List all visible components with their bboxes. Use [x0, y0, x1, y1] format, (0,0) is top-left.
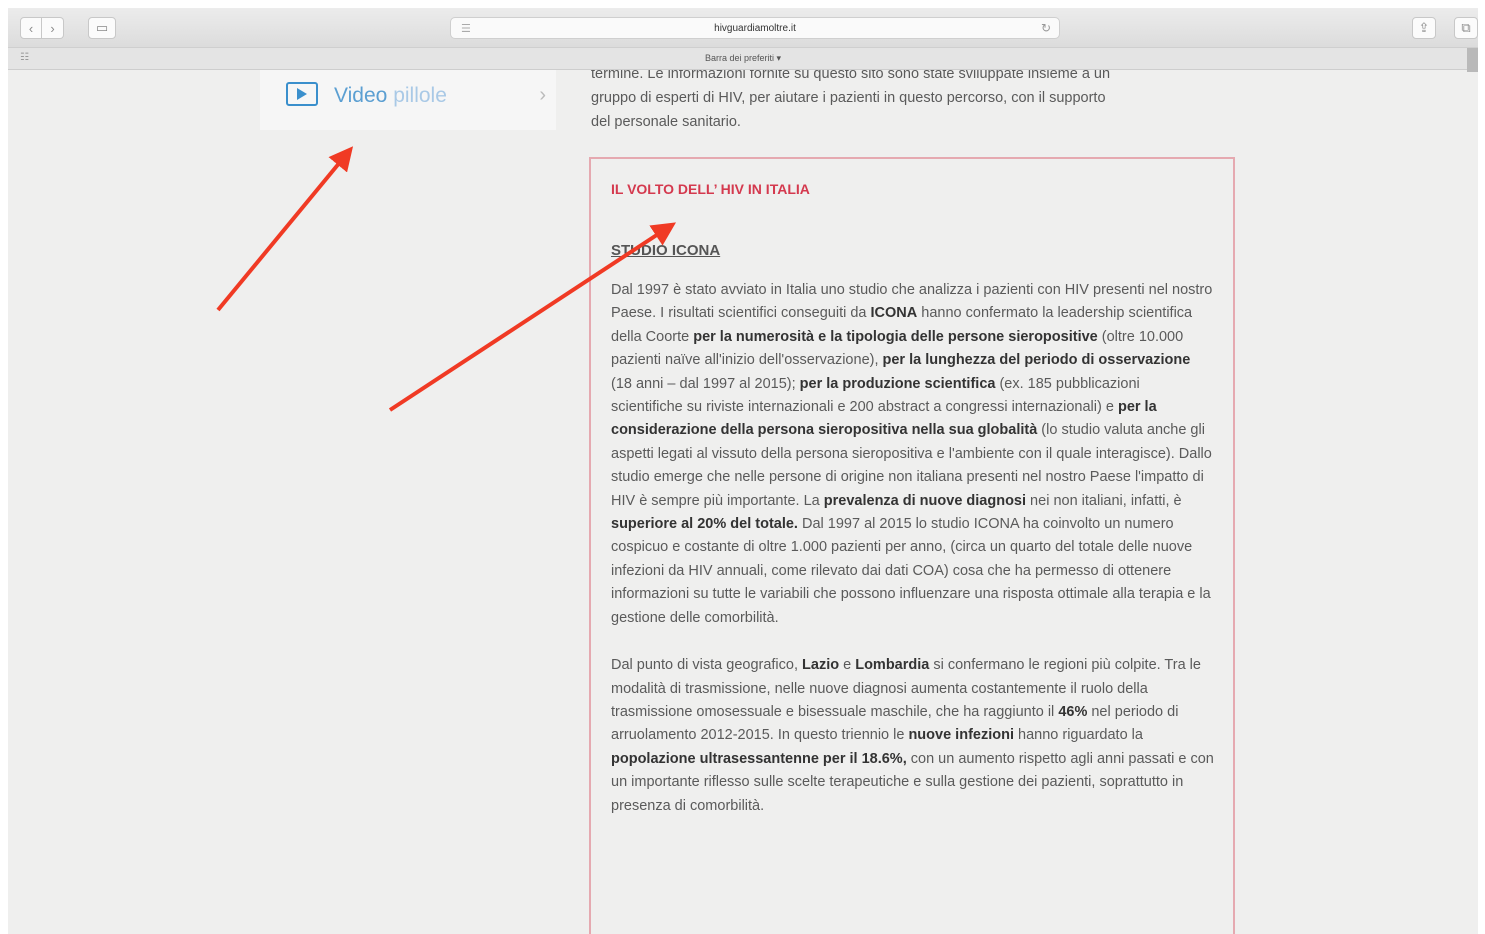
bold-text: nuove infezioni	[908, 727, 1014, 744]
bold-text: 46%	[1058, 703, 1088, 720]
share-button[interactable]: ⇪	[1412, 17, 1436, 39]
study-heading: STUDIO ICONA	[611, 242, 721, 259]
intro-line: del personale sanitario.	[591, 114, 741, 130]
video-label-word1: Video	[334, 84, 388, 107]
intro-paragraph: termine. Le informazioni fornite su ques…	[591, 70, 1231, 134]
text-segment: e	[839, 657, 856, 674]
study-paragraph-2: Dal punto di vista geografico, Lazio e L…	[611, 654, 1215, 818]
bold-text: per la numerosità e la tipologia delle p…	[693, 328, 1098, 345]
text-segment: Dal 1997 al 2015 lo studio ICONA ha coin…	[611, 516, 1211, 626]
bold-text: prevalenza di nuove diagnosi	[823, 492, 1027, 509]
intro-line: gruppo di esperti di HIV, per aiutare i …	[591, 90, 1106, 106]
tabs-icon: ⧉	[1461, 20, 1471, 35]
tabs-button[interactable]: ⧉	[1454, 17, 1478, 39]
sidebar-toggle-button[interactable]: ▭	[88, 17, 116, 39]
box-title: IL VOLTO DELL’ HIV IN ITALIA	[611, 181, 810, 197]
sidebar-icon: ▭	[95, 20, 109, 35]
bold-text: per la produzione scientifica	[799, 375, 996, 392]
info-box: IL VOLTO DELL’ HIV IN ITALIA STUDIO ICON…	[589, 157, 1235, 934]
reader-icon[interactable]: ☰	[461, 22, 471, 35]
video-pillole-card[interactable]: Video pillole ›	[260, 70, 556, 130]
reload-icon[interactable]: ↻	[1041, 21, 1051, 35]
bold-text: popolazione ultrasessantenne per il 18.6…	[611, 750, 907, 767]
share-icon: ⇪	[1418, 20, 1430, 35]
address-bar[interactable]: ☰ hivguardiamoltre.it ↻	[450, 17, 1060, 39]
bold-text: Lazio	[802, 657, 840, 674]
video-play-icon	[286, 82, 318, 106]
text-segment: hanno riguardato la	[1013, 727, 1143, 744]
url-text: hivguardiamoltre.it	[714, 22, 796, 34]
bold-text: per la lunghezza del periodo di osservaz…	[882, 352, 1191, 369]
browser-toolbar: ‹ › ▭ ☰ hivguardiamoltre.it ↻ ⇪ ⧉	[8, 8, 1478, 48]
browser-window: ‹ › ▭ ☰ hivguardiamoltre.it ↻ ⇪ ⧉ ☷ Barr…	[8, 8, 1478, 934]
video-pillole-label: Video pillole	[334, 84, 447, 108]
back-button[interactable]: ‹	[20, 17, 42, 39]
intro-line: termine. Le informazioni fornite su ques…	[591, 70, 1111, 82]
page-content: Video pillole › termine. Le informazioni…	[8, 70, 1478, 934]
forward-button[interactable]: ›	[42, 17, 64, 39]
scrollbar-thumb[interactable]	[1467, 48, 1478, 72]
bold-text: Lombardia	[855, 657, 930, 674]
bold-text: superiore al 20% del totale.	[611, 516, 798, 533]
study-paragraph-1: Dal 1997 è stato avviato in Italia uno s…	[611, 279, 1215, 630]
text-segment: (18 anni – dal 1997 al 2015);	[611, 375, 800, 392]
bookmarks-label[interactable]: Barra dei preferiti ▾	[8, 53, 1478, 64]
text-segment: Dal punto di vista geografico,	[611, 657, 803, 674]
bookmarks-bar: ☷ Barra dei preferiti ▾	[8, 48, 1478, 70]
chevron-right-icon: ›	[539, 84, 546, 106]
video-label-word2: pillole	[393, 84, 447, 107]
text-segment: nei non italiani, infatti, è	[1026, 492, 1182, 509]
bold-text: ICONA	[870, 305, 918, 322]
